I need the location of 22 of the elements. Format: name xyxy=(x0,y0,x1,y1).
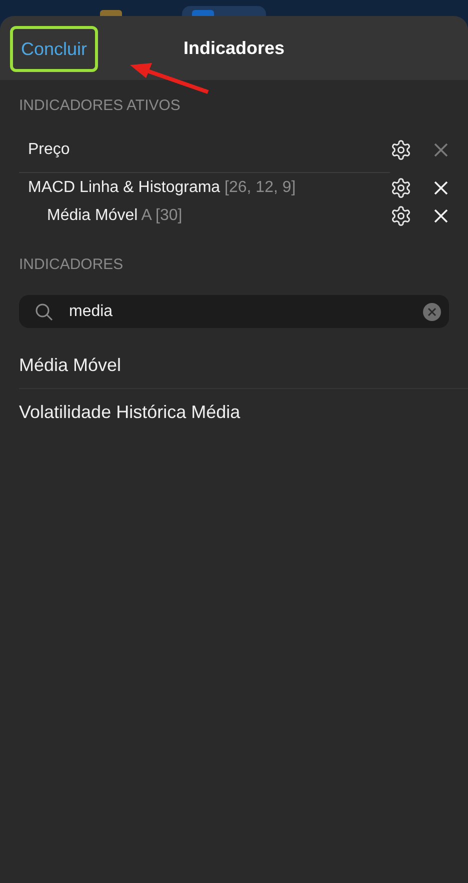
settings-icon xyxy=(390,205,412,227)
settings-button[interactable] xyxy=(390,177,412,199)
section-heading: INDICADORES ATIVOS xyxy=(18,96,182,116)
result-item[interactable]: Volatilidade Histórica Média xyxy=(19,389,468,435)
indicator-name: MACD Linha & Histograma [26, 12, 9] xyxy=(28,179,297,197)
close-icon xyxy=(434,181,448,195)
close-icon xyxy=(434,143,448,157)
close-icon xyxy=(434,209,448,223)
settings-button[interactable] xyxy=(390,205,412,227)
settings-button[interactable] xyxy=(390,139,412,161)
section-heading: INDICADORES xyxy=(18,255,124,275)
sheet-title: Indicadores xyxy=(183,38,285,58)
settings-icon xyxy=(390,139,412,161)
settings-icon xyxy=(390,177,412,199)
result-item[interactable]: Média Móvel xyxy=(19,342,468,389)
clear-icon[interactable] xyxy=(423,302,441,320)
search-field[interactable]: media xyxy=(19,295,449,328)
search-input[interactable]: media xyxy=(69,302,407,320)
indicator-name: Preço xyxy=(28,141,71,159)
done-button[interactable]: Concluir xyxy=(10,26,98,72)
indicator-name: Média Móvel A [30] xyxy=(47,207,184,225)
search-icon xyxy=(35,302,53,320)
